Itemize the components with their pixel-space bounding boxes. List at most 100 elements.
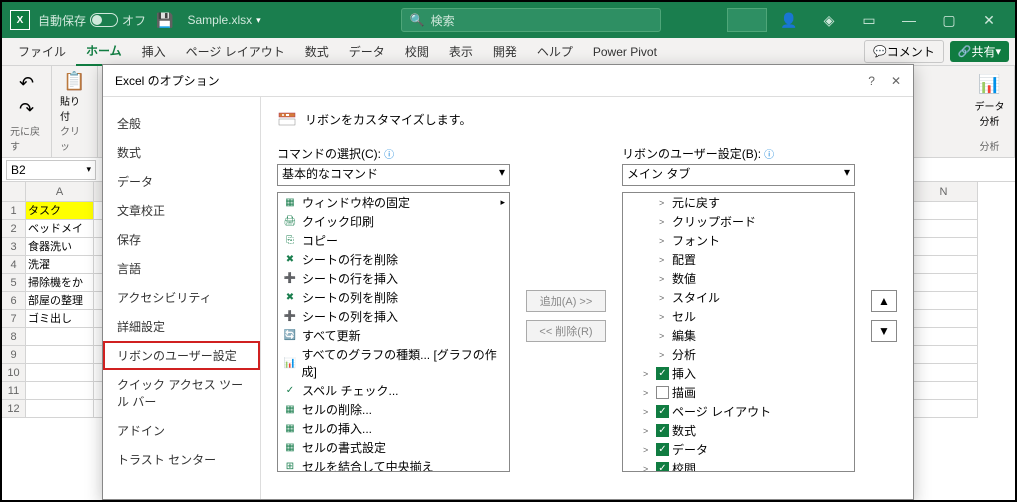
- row-header[interactable]: 9: [2, 346, 26, 364]
- move-up-button[interactable]: ▲: [871, 290, 897, 312]
- command-item[interactable]: ✖シートの列を削除: [278, 288, 509, 307]
- cell[interactable]: [910, 328, 978, 346]
- name-box[interactable]: B2 ▾: [6, 160, 96, 180]
- col-header[interactable]: A: [26, 182, 94, 202]
- cell[interactable]: [910, 346, 978, 364]
- data-analysis-icon[interactable]: 📊: [976, 70, 1004, 98]
- tree-node[interactable]: >✓ページ レイアウト: [623, 402, 854, 421]
- col-header[interactable]: N: [910, 182, 978, 202]
- sidebar-item[interactable]: トラスト センター: [103, 445, 260, 474]
- row-header[interactable]: 6: [2, 292, 26, 310]
- tree-caret-icon[interactable]: >: [643, 407, 653, 417]
- tree-node[interactable]: >✓データ: [623, 440, 854, 459]
- command-item[interactable]: ▦セルの削除...: [278, 400, 509, 419]
- comments-button[interactable]: 💬 コメント: [864, 40, 944, 63]
- info-icon[interactable]: ⓘ: [764, 150, 774, 161]
- user-icon[interactable]: 👤: [771, 2, 807, 38]
- cell[interactable]: [910, 238, 978, 256]
- chevron-down-icon[interactable]: ▾: [256, 15, 261, 26]
- tree-caret-icon[interactable]: >: [659, 274, 669, 284]
- search-input[interactable]: 🔍 検索: [401, 8, 661, 32]
- tree-node[interactable]: >✓数式: [623, 421, 854, 440]
- tree-caret-icon[interactable]: >: [643, 464, 653, 473]
- row-header[interactable]: 8: [2, 328, 26, 346]
- cell[interactable]: [910, 292, 978, 310]
- command-item[interactable]: ➕シートの行を挿入: [278, 269, 509, 288]
- tab-data[interactable]: データ: [339, 38, 395, 66]
- command-item[interactable]: 📊すべてのグラフの種類... [グラフの作成]: [278, 345, 509, 381]
- command-item[interactable]: ▦セルの書式設定: [278, 438, 509, 457]
- account-box[interactable]: [727, 8, 767, 32]
- cell[interactable]: [26, 400, 94, 418]
- sidebar-item[interactable]: データ: [103, 167, 260, 196]
- undo-icon[interactable]: ↶: [13, 70, 41, 97]
- tab-help[interactable]: ヘルプ: [527, 38, 583, 66]
- tree-caret-icon[interactable]: >: [659, 236, 669, 246]
- add-button[interactable]: 追加(A) >>: [526, 290, 606, 312]
- sidebar-item[interactable]: リボンのユーザー設定: [103, 341, 260, 370]
- cell[interactable]: [26, 346, 94, 364]
- close-icon[interactable]: ✕: [971, 2, 1007, 38]
- sidebar-item[interactable]: 文章校正: [103, 196, 260, 225]
- tree-caret-icon[interactable]: >: [643, 445, 653, 455]
- tree-caret-icon[interactable]: >: [659, 217, 669, 227]
- tree-node[interactable]: >✓挿入: [623, 364, 854, 383]
- tab-file[interactable]: ファイル: [8, 38, 76, 66]
- close-icon[interactable]: ✕: [891, 74, 901, 88]
- cell[interactable]: [910, 220, 978, 238]
- sidebar-item[interactable]: 詳細設定: [103, 312, 260, 341]
- tab-view[interactable]: 表示: [439, 38, 483, 66]
- tree-caret-icon[interactable]: >: [659, 331, 669, 341]
- row-header[interactable]: 2: [2, 220, 26, 238]
- redo-icon[interactable]: ↷: [13, 97, 41, 124]
- tree-node[interactable]: >元に戻す: [623, 193, 854, 212]
- sidebar-item[interactable]: 保存: [103, 225, 260, 254]
- checkbox-checked-icon[interactable]: ✓: [656, 462, 669, 472]
- tree-node[interactable]: >フォント: [623, 231, 854, 250]
- command-item[interactable]: ▦ウィンドウ枠の固定▸: [278, 193, 509, 212]
- commands-combo[interactable]: 基本的なコマンド▾: [277, 164, 510, 186]
- sidebar-item[interactable]: アドイン: [103, 416, 260, 445]
- maximize-icon[interactable]: ▢: [931, 2, 967, 38]
- command-item[interactable]: 🖨クイック印刷: [278, 212, 509, 231]
- tree-node[interactable]: >配置: [623, 250, 854, 269]
- checkbox-checked-icon[interactable]: ✓: [656, 405, 669, 418]
- command-item[interactable]: ✖シートの行を削除: [278, 250, 509, 269]
- command-item[interactable]: ⎘コピー: [278, 231, 509, 250]
- row-header[interactable]: 11: [2, 382, 26, 400]
- cell[interactable]: 部屋の整理: [26, 292, 94, 310]
- cell[interactable]: ゴミ出し: [26, 310, 94, 328]
- tree-node[interactable]: >✓校閲: [623, 459, 854, 472]
- command-item[interactable]: 🔄すべて更新: [278, 326, 509, 345]
- row-header[interactable]: 12: [2, 400, 26, 418]
- sidebar-item[interactable]: アクセシビリティ: [103, 283, 260, 312]
- cell[interactable]: 洗濯: [26, 256, 94, 274]
- row-header[interactable]: 4: [2, 256, 26, 274]
- cell[interactable]: [26, 328, 94, 346]
- tab-developer[interactable]: 開発: [483, 38, 527, 66]
- save-icon[interactable]: 💾: [156, 12, 173, 29]
- sidebar-item[interactable]: 数式: [103, 138, 260, 167]
- tree-caret-icon[interactable]: >: [659, 255, 669, 265]
- tab-home[interactable]: ホーム: [76, 38, 132, 66]
- cell[interactable]: [910, 202, 978, 220]
- command-item[interactable]: ➕シートの列を挿入: [278, 307, 509, 326]
- tree-caret-icon[interactable]: >: [659, 198, 669, 208]
- autosave-toggle[interactable]: 自動保存 オフ: [38, 12, 146, 29]
- ribbon-tabs-combo[interactable]: メイン タブ▾: [622, 164, 855, 186]
- share-button[interactable]: 🔗 共有 ▾: [950, 41, 1009, 62]
- ribbon-tree[interactable]: >元に戻す>クリップボード>フォント>配置>数値>スタイル>セル>編集>分析>✓…: [622, 192, 855, 472]
- row-header[interactable]: 1: [2, 202, 26, 220]
- tree-caret-icon[interactable]: >: [659, 312, 669, 322]
- tree-caret-icon[interactable]: >: [659, 293, 669, 303]
- cell[interactable]: 掃除機をか: [26, 274, 94, 292]
- checkbox-checked-icon[interactable]: ✓: [656, 443, 669, 456]
- tree-node[interactable]: >編集: [623, 326, 854, 345]
- tree-caret-icon[interactable]: >: [643, 369, 653, 379]
- cell[interactable]: [910, 400, 978, 418]
- tab-review[interactable]: 校閲: [395, 38, 439, 66]
- checkbox-checked-icon[interactable]: ✓: [656, 367, 669, 380]
- paste-icon[interactable]: 📋: [61, 70, 89, 93]
- chevron-down-icon[interactable]: ▾: [86, 164, 91, 175]
- tab-page-layout[interactable]: ページ レイアウト: [176, 38, 295, 66]
